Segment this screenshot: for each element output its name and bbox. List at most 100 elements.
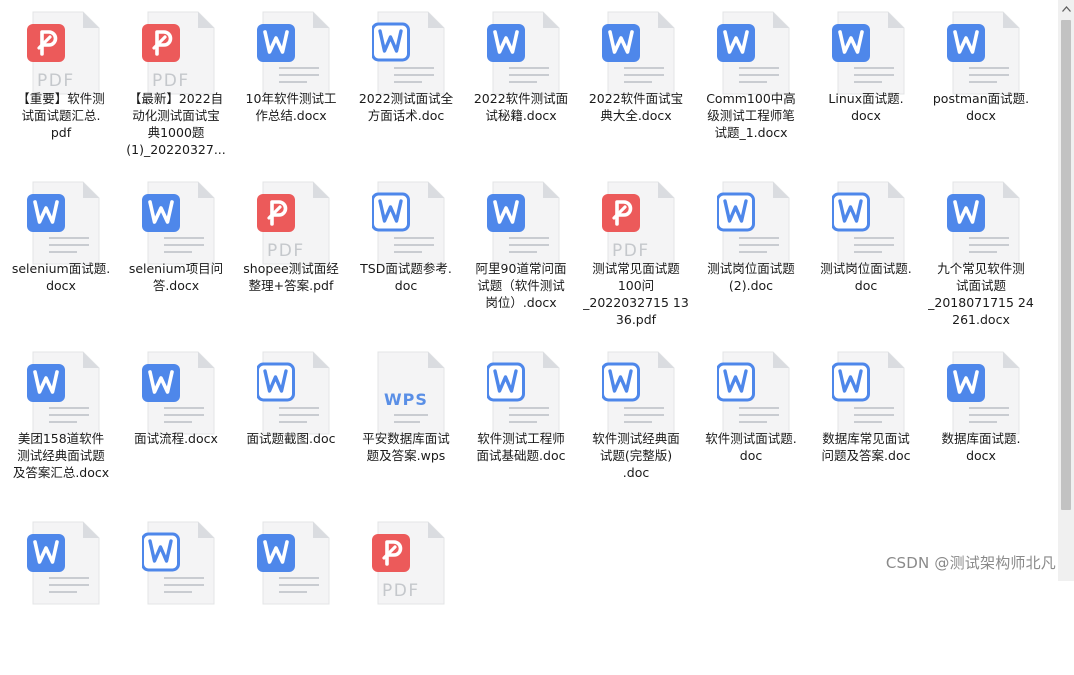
word-file-icon: [142, 180, 220, 266]
file-name-line: 2022软件面试宝: [588, 91, 684, 106]
file-name-line: 测试经典面试题: [17, 448, 105, 463]
file-name-line: doc: [739, 448, 763, 463]
file-item[interactable]: 九个常见软件测 试面试题 _2018071715 24 261.docx: [925, 170, 1037, 335]
file-item[interactable]: PDF 【重要】软件测 试面试题汇总. pdf: [5, 0, 117, 165]
word-file-icon: [947, 10, 1025, 96]
file-name-line: 面试基础题.doc: [476, 448, 566, 463]
file-name-line: doc: [394, 278, 418, 293]
word-file-icon: [27, 350, 105, 436]
file-item[interactable]: 数据库常见面试 问题及答案.doc: [810, 340, 922, 505]
file-item[interactable]: [5, 510, 117, 675]
file-name-line: _2018071715 24: [928, 295, 1034, 310]
file-item[interactable]: 2022软件面试宝 典大全.docx: [580, 0, 692, 165]
file-grid: PDF 【重要】软件测 试面试题汇总. pdf PDF 【最新】2022自 动化测试面…: [0, 0, 1058, 605]
file-name-line: 平安数据库面试: [362, 431, 450, 446]
file-item[interactable]: 2022测试面试全 方面话术.doc: [350, 0, 462, 165]
file-name-label: 面试流程.docx: [122, 430, 230, 447]
file-item[interactable]: Linux面试题. docx: [810, 0, 922, 165]
file-item[interactable]: Comm100中高 级测试工程师笔 试题_1.docx: [695, 0, 807, 165]
file-name-line: 级测试工程师笔: [707, 108, 795, 123]
file-name-line: 试面试题: [955, 278, 1006, 293]
file-name-line: 试题(完整版): [599, 448, 673, 463]
file-name-label: 2022测试面试全 方面话术.doc: [352, 90, 460, 124]
file-item[interactable]: 数据库面试题. docx: [925, 340, 1037, 505]
file-name-label: Linux面试题. docx: [812, 90, 920, 124]
file-name-label: shopee测试面经 整理+答案.pdf: [237, 260, 345, 294]
file-item[interactable]: 面试流程.docx: [120, 340, 232, 505]
file-name-label: 10年软件测试工 作总结.docx: [237, 90, 345, 124]
file-name-line: Comm100中高: [706, 91, 796, 106]
file-item[interactable]: [235, 510, 347, 675]
file-item[interactable]: 软件测试工程师 面试基础题.doc: [465, 340, 577, 505]
scrollbar-thumb[interactable]: [1061, 20, 1071, 510]
file-item[interactable]: 10年软件测试工 作总结.docx: [235, 0, 347, 165]
file-name-line: TSD面试题参考.: [360, 261, 452, 276]
file-item[interactable]: PDF 【最新】2022自 动化测试面试宝 典1000题 (1)_20220327..…: [120, 0, 232, 165]
file-name-label: Comm100中高 级测试工程师笔 试题_1.docx: [697, 90, 805, 141]
word-file-icon: [832, 10, 910, 96]
file-name-line: 10年软件测试工: [245, 91, 337, 106]
file-item[interactable]: [120, 510, 232, 675]
file-item[interactable]: 测试岗位面试题 (2).doc: [695, 170, 807, 335]
file-name-label: 平安数据库面试 题及答案.wps: [352, 430, 460, 464]
file-item[interactable]: WPS 平安数据库面试 题及答案.wps: [350, 340, 462, 505]
wps-file-icon: WPS: [372, 350, 450, 436]
file-name-label: 测试常见面试题 100问 _2022032715 13 36.pdf: [582, 260, 690, 328]
word-file-icon: [486, 350, 565, 436]
file-name-line: selenium项目问: [128, 261, 224, 276]
file-name-label: 【重要】软件测 试面试题汇总. pdf: [7, 90, 115, 141]
file-name-line: 261.docx: [952, 312, 1010, 327]
file-item[interactable]: 美团158道软件 测试经典面试题 及答案汇总.docx: [5, 340, 117, 505]
file-name-line: 100问: [617, 278, 655, 293]
file-name-label: 数据库常见面试 问题及答案.doc: [812, 430, 920, 464]
pdf-file-icon: PDF: [602, 180, 680, 266]
file-item[interactable]: TSD面试题参考. doc: [350, 170, 462, 335]
file-item[interactable]: 面试题截图.doc: [235, 340, 347, 505]
file-name-label: 软件测试经典面 试题(完整版) .doc: [582, 430, 690, 481]
file-name-line: 动化测试面试宝: [132, 108, 220, 123]
file-name-line: 方面话术.doc: [367, 108, 445, 123]
file-item[interactable]: PDF shopee测试面经 整理+答案.pdf: [235, 170, 347, 335]
svg-text:PDF: PDF: [612, 241, 650, 261]
file-name-label: selenium面试题. docx: [7, 260, 115, 294]
file-item[interactable]: postman面试题. docx: [925, 0, 1037, 165]
file-name-line: 软件测试工程师: [477, 431, 565, 446]
svg-text:PDF: PDF: [37, 71, 75, 91]
file-name-line: docx: [46, 278, 76, 293]
file-name-line: 软件测试经典面: [592, 431, 680, 446]
file-name-label: selenium项目问 答.docx: [122, 260, 230, 294]
word-file-icon: [257, 520, 335, 606]
file-name-label: 美团158道软件 测试经典面试题 及答案汇总.docx: [7, 430, 115, 481]
file-name-line: 测试岗位面试题.: [820, 261, 912, 276]
file-item[interactable]: 软件测试经典面 试题(完整版) .doc: [580, 340, 692, 505]
file-name-line: 问题及答案.doc: [821, 448, 911, 463]
file-item[interactable]: selenium面试题. docx: [5, 170, 117, 335]
svg-text:PDF: PDF: [267, 241, 305, 261]
file-item[interactable]: PDF: [350, 510, 462, 675]
file-name-line: 面试流程.docx: [134, 431, 218, 446]
file-name-line: 软件测试面试题.: [705, 431, 797, 446]
file-name-line: 作总结.docx: [255, 108, 327, 123]
file-name-label: 【最新】2022自 动化测试面试宝 典1000题 (1)_20220327...: [122, 90, 230, 158]
file-item[interactable]: 阿里90道常问面 试题（软件测试 岗位）.docx: [465, 170, 577, 335]
word-file-icon: [371, 10, 450, 96]
file-item[interactable]: selenium项目问 答.docx: [120, 170, 232, 335]
file-name-line: 试秘籍.docx: [485, 108, 557, 123]
file-name-line: 美团158道软件: [17, 431, 105, 446]
file-item[interactable]: PDF 测试常见面试题 100问 _2022032715 13 36.pdf: [580, 170, 692, 335]
file-name-line: docx: [851, 108, 881, 123]
file-item[interactable]: 测试岗位面试题. doc: [810, 170, 922, 335]
file-name-line: 阿里90道常问面: [475, 261, 567, 276]
file-name-line: 测试常见面试题: [592, 261, 680, 276]
word-file-icon: [27, 180, 105, 266]
file-name-line: shopee测试面经: [243, 261, 339, 276]
word-file-icon: [831, 180, 910, 266]
word-file-icon: [716, 180, 795, 266]
file-item[interactable]: 软件测试面试题. doc: [695, 340, 807, 505]
file-item[interactable]: 2022软件测试面 试秘籍.docx: [465, 0, 577, 165]
file-name-label: 软件测试工程师 面试基础题.doc: [467, 430, 575, 464]
file-name-label: 2022软件测试面 试秘籍.docx: [467, 90, 575, 124]
vertical-scrollbar[interactable]: [1058, 0, 1074, 581]
scroll-up-arrow-icon[interactable]: [1058, 0, 1074, 17]
file-name-line: 【重要】软件测: [17, 91, 105, 106]
